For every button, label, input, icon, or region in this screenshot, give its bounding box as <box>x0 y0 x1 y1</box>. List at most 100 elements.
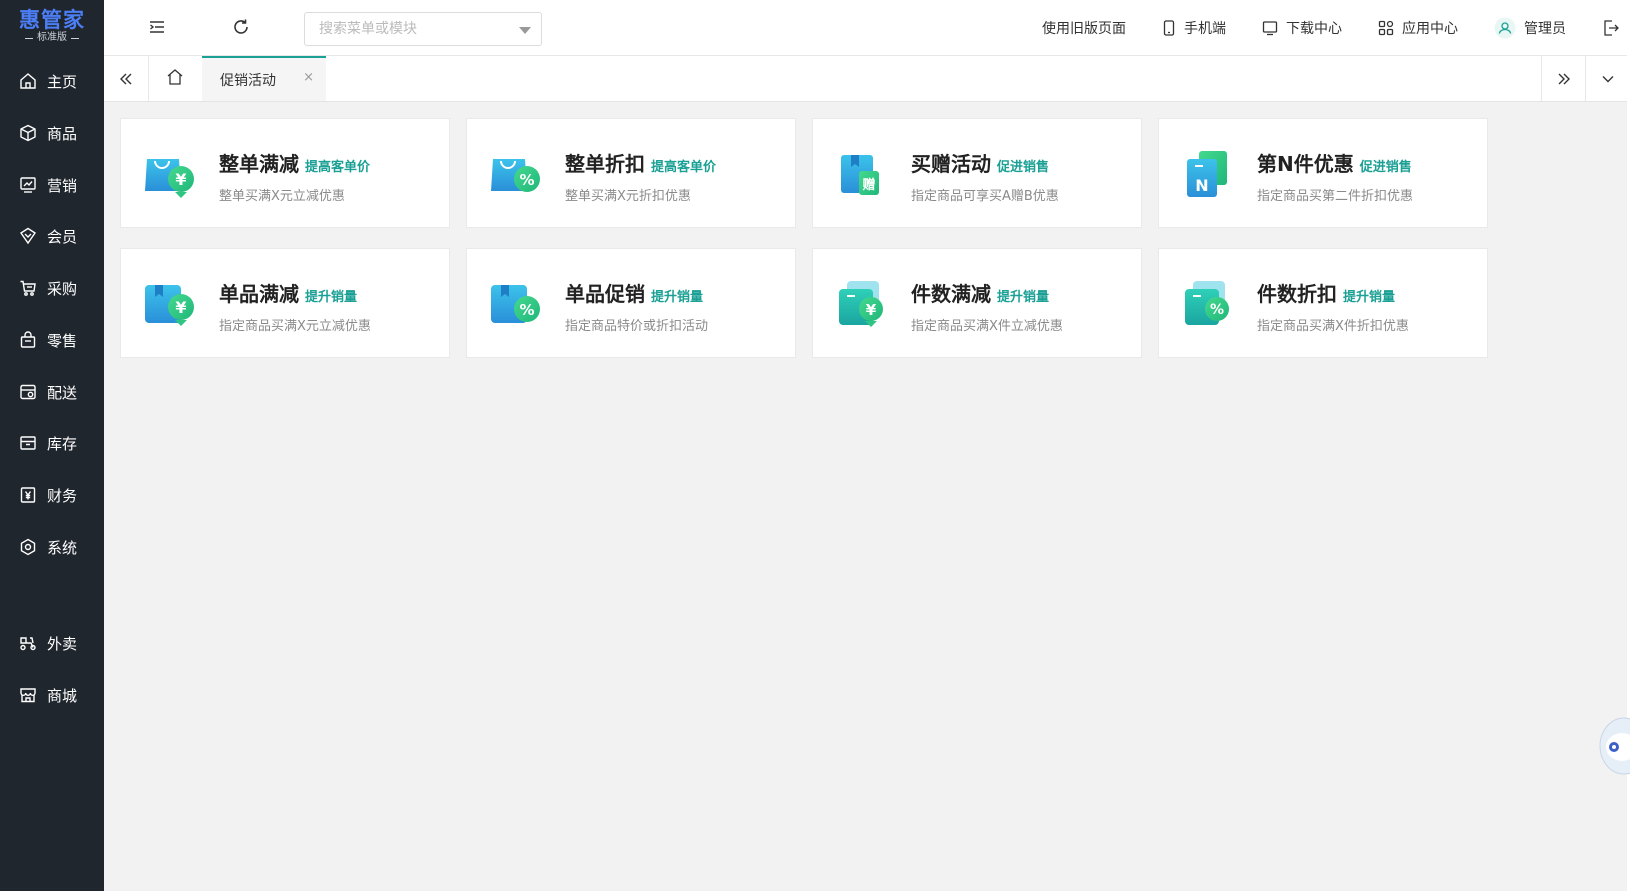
sidebar-item-label: 商城 <box>47 686 78 705</box>
promo-card-order-reduction[interactable]: ¥ 整单满减 提高客单价 整单买满X元立减优惠 <box>120 118 450 228</box>
promo-title: 单品满减 提升销量 <box>219 282 358 306</box>
tab-promotions[interactable]: 促销活动 × <box>202 56 326 101</box>
cart-icon <box>18 278 38 298</box>
svg-text:%: % <box>519 171 534 189</box>
tab-label: 促销活动 <box>220 72 276 89</box>
sidebar-item-label: 营销 <box>47 176 78 195</box>
promo-title: 整单满减 提高客单价 <box>219 152 371 176</box>
user-avatar-icon <box>1494 17 1516 39</box>
sidebar-item-finance[interactable]: 财务 <box>0 475 104 515</box>
promo-card-qty-discount[interactable]: % 件数折扣 提升销量 指定商品买满X件折扣优惠 <box>1158 248 1488 358</box>
store-icon <box>18 685 38 705</box>
monitor-icon <box>1262 20 1278 36</box>
sidebar-item-delivery[interactable]: 配送 <box>0 372 104 412</box>
sidebar-item-retail[interactable]: 零售 <box>0 320 104 360</box>
sidebar-item-label: 财务 <box>47 486 78 505</box>
tab-home[interactable] <box>148 56 203 101</box>
sidebar-item-label: 主页 <box>47 72 78 91</box>
sidebar-item-marketing[interactable]: 营销 <box>0 165 104 205</box>
bag-yen-icon: ¥ <box>143 149 199 199</box>
mobile-label: 手机端 <box>1184 21 1226 37</box>
brand-logo[interactable]: 惠管家 标准版 <box>0 0 104 52</box>
svg-text:%: % <box>519 301 534 319</box>
sidebar: 惠管家 标准版 主页 商品 营销 会员 采购 零售 配送 库存 财务 系统 外卖… <box>0 0 104 891</box>
menu-search-select[interactable] <box>304 12 542 46</box>
home-icon <box>18 71 38 91</box>
promo-tag: 促进销售 <box>1359 160 1412 175</box>
promo-description: 指定商品特价或折扣活动 <box>565 319 709 334</box>
promo-card-item-promotion[interactable]: % 单品促销 提升销量 指定商品特价或折扣活动 <box>466 248 796 358</box>
promo-title: 第N件优惠 促进销售 <box>1257 152 1412 176</box>
user-menu[interactable]: 管理员 <box>1494 17 1566 39</box>
sidebar-item-label: 采购 <box>47 279 78 298</box>
promo-card-order-discount[interactable]: % 整单折扣 提高客单价 整单买满X元折扣优惠 <box>466 118 796 228</box>
brand-edition: 标准版 <box>25 32 79 44</box>
menu-toggle-icon[interactable] <box>148 18 168 38</box>
app-center-label: 应用中心 <box>1402 21 1458 37</box>
promo-description: 指定商品买满X件立减优惠 <box>911 319 1063 334</box>
download-center-label: 下载中心 <box>1286 21 1342 37</box>
gem-icon <box>18 226 38 246</box>
tab-scroll-left-icon[interactable] <box>104 56 149 101</box>
svg-text:¥: ¥ <box>175 170 186 189</box>
chevron-down-icon[interactable] <box>519 27 531 34</box>
svg-text:赠: 赠 <box>862 177 875 193</box>
sidebar-item-inventory[interactable]: 库存 <box>0 423 104 463</box>
archive-icon <box>18 433 38 453</box>
assistant-robot-icon[interactable] <box>1596 716 1630 776</box>
promo-card-buy-gift[interactable]: 赠 买赠活动 促进销售 指定商品可享买A赠B优惠 <box>812 118 1142 228</box>
promo-description: 指定商品买满X件折扣优惠 <box>1257 319 1409 334</box>
nth-item-icon: N <box>1181 149 1237 199</box>
bag-percent-icon: % <box>489 149 545 199</box>
promo-card-item-reduction[interactable]: ¥ 单品满减 提升销量 指定商品买满X元立减优惠 <box>120 248 450 358</box>
promo-description: 指定商品买第二件折扣优惠 <box>1257 189 1414 204</box>
box-icon <box>18 123 38 143</box>
sidebar-item-label: 商品 <box>47 124 78 143</box>
promo-card-nth-item[interactable]: N 第N件优惠 促进销售 指定商品买第二件折扣优惠 <box>1158 118 1488 228</box>
yen-icon <box>18 485 38 505</box>
refresh-icon[interactable] <box>232 18 252 38</box>
user-name: 管理员 <box>1524 21 1566 37</box>
svg-text:¥: ¥ <box>175 298 186 317</box>
promo-card-qty-reduction[interactable]: ¥ 件数满减 提升销量 指定商品买满X件立减优惠 <box>812 248 1142 358</box>
promo-description: 整单买满X元折扣优惠 <box>565 189 691 204</box>
qty-yen-icon: ¥ <box>835 279 891 329</box>
promo-tag: 提升销量 <box>305 290 358 305</box>
item-yen-icon: ¥ <box>143 279 199 329</box>
promo-tag: 提高客单价 <box>651 160 717 175</box>
mobile-link[interactable]: 手机端 <box>1162 18 1226 38</box>
sidebar-item-takeout[interactable]: 外卖 <box>0 623 104 663</box>
promo-title: 买赠活动 促进销售 <box>911 152 1050 176</box>
sidebar-item-label: 零售 <box>47 331 78 350</box>
promo-title: 整单折扣 提高客单价 <box>565 152 717 176</box>
sidebar-item-members[interactable]: 会员 <box>0 216 104 256</box>
sidebar-item-label: 外卖 <box>47 634 78 653</box>
sidebar-item-system[interactable]: 系统 <box>0 527 104 567</box>
tab-scroll-right-icon[interactable] <box>1541 56 1586 101</box>
tab-options-chevron-down-icon[interactable] <box>1585 56 1630 101</box>
header-actions: 使用旧版页面 手机端 下载中心 应用中心 管理员 <box>1042 0 1630 56</box>
app-center-link[interactable]: 应用中心 <box>1378 18 1458 38</box>
old-page-link[interactable]: 使用旧版页面 <box>1042 18 1126 38</box>
phone-icon <box>1162 20 1176 36</box>
promo-description: 指定商品买满X元立减优惠 <box>219 319 371 334</box>
close-icon[interactable]: × <box>303 70 314 85</box>
promo-tag: 提升销量 <box>997 290 1050 305</box>
sidebar-item-goods[interactable]: 商品 <box>0 113 104 153</box>
sidebar-item-label: 配送 <box>47 383 78 402</box>
promo-tag: 提升销量 <box>651 290 704 305</box>
settings-icon <box>18 537 38 557</box>
search-input[interactable] <box>317 20 521 38</box>
sidebar-item-mall[interactable]: 商城 <box>0 675 104 715</box>
logout-icon[interactable] <box>1602 19 1620 37</box>
home-icon <box>166 68 184 90</box>
sidebar-item-label: 库存 <box>47 434 78 453</box>
svg-text:%: % <box>1210 302 1224 318</box>
download-center-link[interactable]: 下载中心 <box>1262 18 1342 38</box>
promo-title: 件数折扣 提升销量 <box>1257 282 1396 306</box>
promo-description: 指定商品可享买A赠B优惠 <box>911 189 1059 204</box>
sidebar-item-home[interactable]: 主页 <box>0 61 104 101</box>
sidebar-item-purchase[interactable]: 采购 <box>0 268 104 308</box>
tab-bar: 促销活动 × <box>104 56 1630 102</box>
chart-icon <box>18 175 38 195</box>
